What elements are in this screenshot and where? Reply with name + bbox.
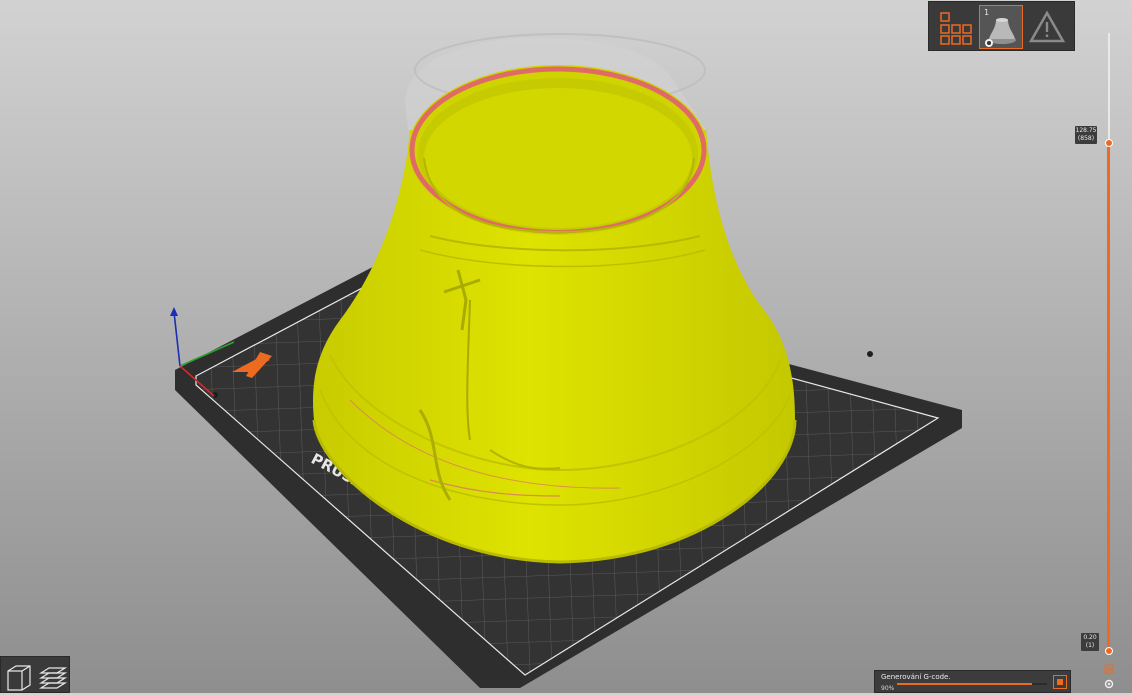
- warning-button[interactable]: [1025, 5, 1069, 49]
- preview-layers-icon: [38, 667, 68, 689]
- layer-slider-range: [1107, 143, 1110, 651]
- top-layer-value: (858): [1077, 135, 1095, 142]
- settings-cog-icon[interactable]: [1103, 678, 1115, 690]
- bottom-height-value: 0.20: [1083, 634, 1097, 641]
- top-height-value: 128.75: [1075, 127, 1097, 134]
- gcode-progress-panel: Generování G-code. 90%: [874, 670, 1071, 693]
- layer-slider-top-thumb[interactable]: [1105, 139, 1113, 147]
- view-toggle-panel: [0, 656, 70, 693]
- warning-icon: [1028, 10, 1066, 43]
- preview-button[interactable]: [37, 661, 68, 691]
- 3d-viewport[interactable]: PRUSA: [0, 0, 1132, 693]
- 3d-view-icon: [7, 665, 31, 691]
- stop-slicing-button[interactable]: [1053, 675, 1067, 689]
- progress-status-text: Generování G-code.: [881, 673, 951, 681]
- 3d-view-button[interactable]: [4, 661, 34, 691]
- progress-percent-label: 90%: [881, 685, 895, 692]
- scene-canvas[interactable]: PRUSA: [0, 0, 1132, 693]
- layer-slider-bottom-thumb[interactable]: [1105, 647, 1113, 655]
- layer-slider-one-layer-icon[interactable]: [1103, 664, 1115, 674]
- object-number: 1: [984, 8, 990, 17]
- progress-bar-fill: [897, 683, 1032, 685]
- bell-model: [312, 65, 797, 564]
- layer-slider-top-label: 128.75 (858): [1075, 126, 1097, 144]
- arrange-button[interactable]: [934, 5, 978, 49]
- object-item-1[interactable]: 1: [979, 5, 1023, 49]
- object-list-panel: 1: [928, 1, 1075, 51]
- arrange-grid-icon: [940, 12, 972, 45]
- layer-slider-bottom-label: 0.20 (1): [1081, 633, 1099, 651]
- bottom-layer-value: (1): [1085, 642, 1095, 649]
- progress-bar: [897, 683, 1047, 685]
